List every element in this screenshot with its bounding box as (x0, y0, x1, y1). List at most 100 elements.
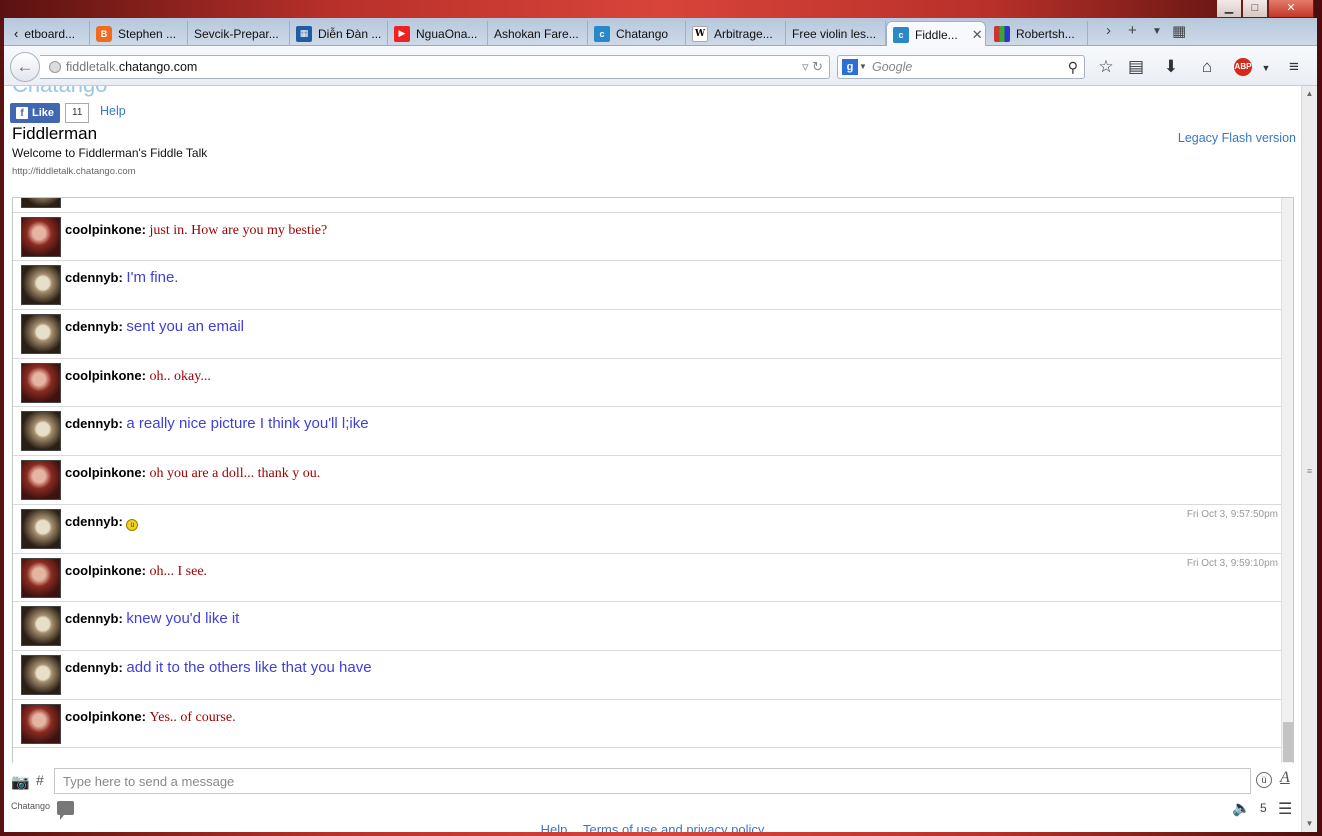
message-username[interactable]: coolpinkone (65, 465, 142, 480)
adblock-icon[interactable]: ABP (1234, 58, 1252, 76)
message-text: a really nice picture I think you'll l;i… (126, 415, 369, 433)
font-style-button[interactable]: A (1280, 769, 1290, 787)
wikipedia-icon: W (692, 25, 708, 42)
hashtag-button[interactable]: # (36, 772, 44, 788)
search-bar[interactable]: g ▼ Google ⚲ (837, 55, 1085, 79)
tab-nguaona[interactable]: ▶ NguaOna... (388, 21, 488, 46)
tab-arbitrage[interactable]: W Arbitrage... (686, 21, 786, 46)
messages-scrollbar[interactable] (1281, 198, 1293, 763)
username-separator: : (141, 367, 150, 383)
message-timestamp: Fri Oct 3, 9:59:10pm (1186, 557, 1278, 569)
adblock-dropdown-icon[interactable]: ▼ (1254, 56, 1278, 80)
close-window-button[interactable]: ✕ (1268, 0, 1314, 18)
tab-robertsh[interactable]: Robertsh... (988, 21, 1088, 46)
message-list[interactable]: cdennyb: finish dinner? coolpinkone: just… (12, 197, 1294, 763)
message-username[interactable]: coolpinkone (65, 563, 142, 578)
minimize-button[interactable]: ▁ (1216, 0, 1242, 18)
tab-groups-icon[interactable]: ▦ (1172, 22, 1186, 40)
avatar[interactable] (21, 265, 61, 306)
avatar[interactable] (21, 198, 61, 208)
engine-dropdown-icon[interactable]: ▼ (859, 56, 867, 78)
close-tab-icon[interactable]: ✕ (972, 27, 983, 43)
message-username[interactable]: cdennyb (65, 514, 118, 529)
terms-link[interactable]: Terms of use and privacy policy (583, 822, 764, 832)
site-icon (994, 25, 1010, 42)
back-button[interactable]: ← (10, 52, 40, 82)
scroll-up-icon[interactable]: ▲ (1302, 86, 1317, 102)
downloads-icon[interactable]: ⬇ (1159, 55, 1183, 79)
tab-stephen[interactable]: B Stephen ... (90, 21, 188, 46)
message-username[interactable]: cdennyb (65, 416, 118, 431)
window-titlebar: ▁ □ ✕ (0, 0, 1322, 18)
message-username[interactable]: coolpinkone (65, 368, 142, 383)
scroll-down-icon[interactable]: ▼ (1302, 816, 1317, 832)
home-icon[interactable]: ⌂ (1195, 55, 1219, 79)
message-username[interactable]: cdennyb (65, 270, 118, 285)
new-tab-icon[interactable]: + (1128, 22, 1137, 39)
avatar[interactable] (21, 703, 61, 744)
emoji-icon[interactable]: ü (1256, 772, 1272, 788)
message-text: sent you an email (126, 318, 244, 336)
avatar[interactable] (21, 411, 61, 452)
message-username[interactable]: cdennyb (65, 319, 118, 334)
message-username[interactable]: coolpinkone (65, 709, 142, 724)
scroll-tabs-right-icon[interactable]: › (1106, 22, 1111, 39)
avatar[interactable] (21, 460, 61, 501)
chatango-brand[interactable]: Chatango (11, 801, 50, 811)
tab-label: Sevcik-Prepar... (194, 26, 279, 41)
tab-chatango[interactable]: c Chatango (588, 21, 686, 46)
messages-container: cdennyb: finish dinner? coolpinkone: just… (13, 198, 1282, 749)
tab-sevcik[interactable]: Sevcik-Prepar... (188, 21, 290, 46)
message-text: knew you'd like it (126, 610, 240, 628)
message-row: coolpinkone: oh you are a doll... thank … (13, 456, 1282, 505)
search-icon[interactable]: ⚲ (1068, 56, 1078, 78)
message-username[interactable]: cdennyb (65, 660, 118, 675)
footer-help-link[interactable]: Help (541, 822, 568, 832)
url-domain: chatango.com (118, 60, 198, 74)
maximize-button[interactable]: □ (1242, 0, 1268, 18)
message-username[interactable]: coolpinkone (65, 222, 142, 237)
avatar[interactable] (21, 557, 61, 598)
tab-list-dropdown-icon[interactable]: ▼ (1152, 26, 1162, 37)
avatar[interactable] (21, 508, 61, 549)
page-scrollbar[interactable]: ▲ ≡ ▼ (1301, 86, 1317, 832)
chat-bubble-icon[interactable] (57, 801, 74, 820)
speaker-icon[interactable]: 🔈 (1232, 799, 1251, 817)
tab-fiddle-active[interactable]: c Fiddle... ✕ (886, 21, 986, 47)
chat-menu-icon[interactable]: ☰ (1278, 799, 1292, 819)
reload-icon[interactable]: ▿ ↻ (802, 56, 823, 78)
menu-icon[interactable]: ≡ (1282, 55, 1306, 79)
message-row: cdennyb: finish dinner? (13, 198, 1282, 213)
message-text: oh you are a doll... thank y ou. (149, 466, 321, 482)
composer-row: 📷 # ü A (4, 764, 1301, 798)
tab-free-violin[interactable]: Free violin les... (786, 21, 886, 46)
messages-scroll-thumb[interactable] (1283, 722, 1293, 762)
tab-ashokan[interactable]: Ashokan Fare... (488, 21, 588, 46)
bookmark-star-icon[interactable]: ☆ (1094, 55, 1118, 79)
fb-like-button[interactable]: f Like (10, 103, 61, 123)
user-count[interactable]: 5 (1260, 801, 1267, 815)
group-url[interactable]: http://fiddletalk.chatango.com (12, 166, 136, 177)
legacy-flash-link[interactable]: Legacy Flash version (1178, 131, 1296, 145)
avatar[interactable] (21, 362, 61, 403)
message-username[interactable]: cdennyb (65, 611, 118, 626)
avatar[interactable] (21, 314, 61, 355)
tab-label: Ashokan Fare... (494, 26, 579, 41)
page-scroll-thumb[interactable]: ≡ (1304, 466, 1315, 476)
avatar[interactable] (21, 654, 61, 695)
tab-dien-dan[interactable]: ▦ Diễn Đàn ... (290, 21, 388, 46)
url-bar[interactable]: fiddletalk.chatango.com ▿ ↻ (40, 55, 830, 79)
username-separator: : (141, 562, 150, 578)
message-content: cdennyb: ü (65, 509, 139, 531)
message-input[interactable] (54, 768, 1251, 794)
facebook-like: f Like 11 (10, 103, 90, 123)
reading-list-icon[interactable]: ▤ (1124, 55, 1148, 79)
search-placeholder: Google (872, 60, 913, 74)
message-content: coolpinkone: oh.. okay... (65, 363, 211, 386)
avatar[interactable] (21, 606, 61, 647)
tab-keyboard[interactable]: ‹ etboard... (8, 21, 90, 46)
camera-icon[interactable]: 📷 (11, 773, 30, 791)
navigation-bar: ← fiddletalk.chatango.com ▿ ↻ g ▼ Google… (4, 46, 1317, 86)
avatar[interactable] (21, 216, 61, 257)
help-link[interactable]: Help (100, 104, 126, 118)
